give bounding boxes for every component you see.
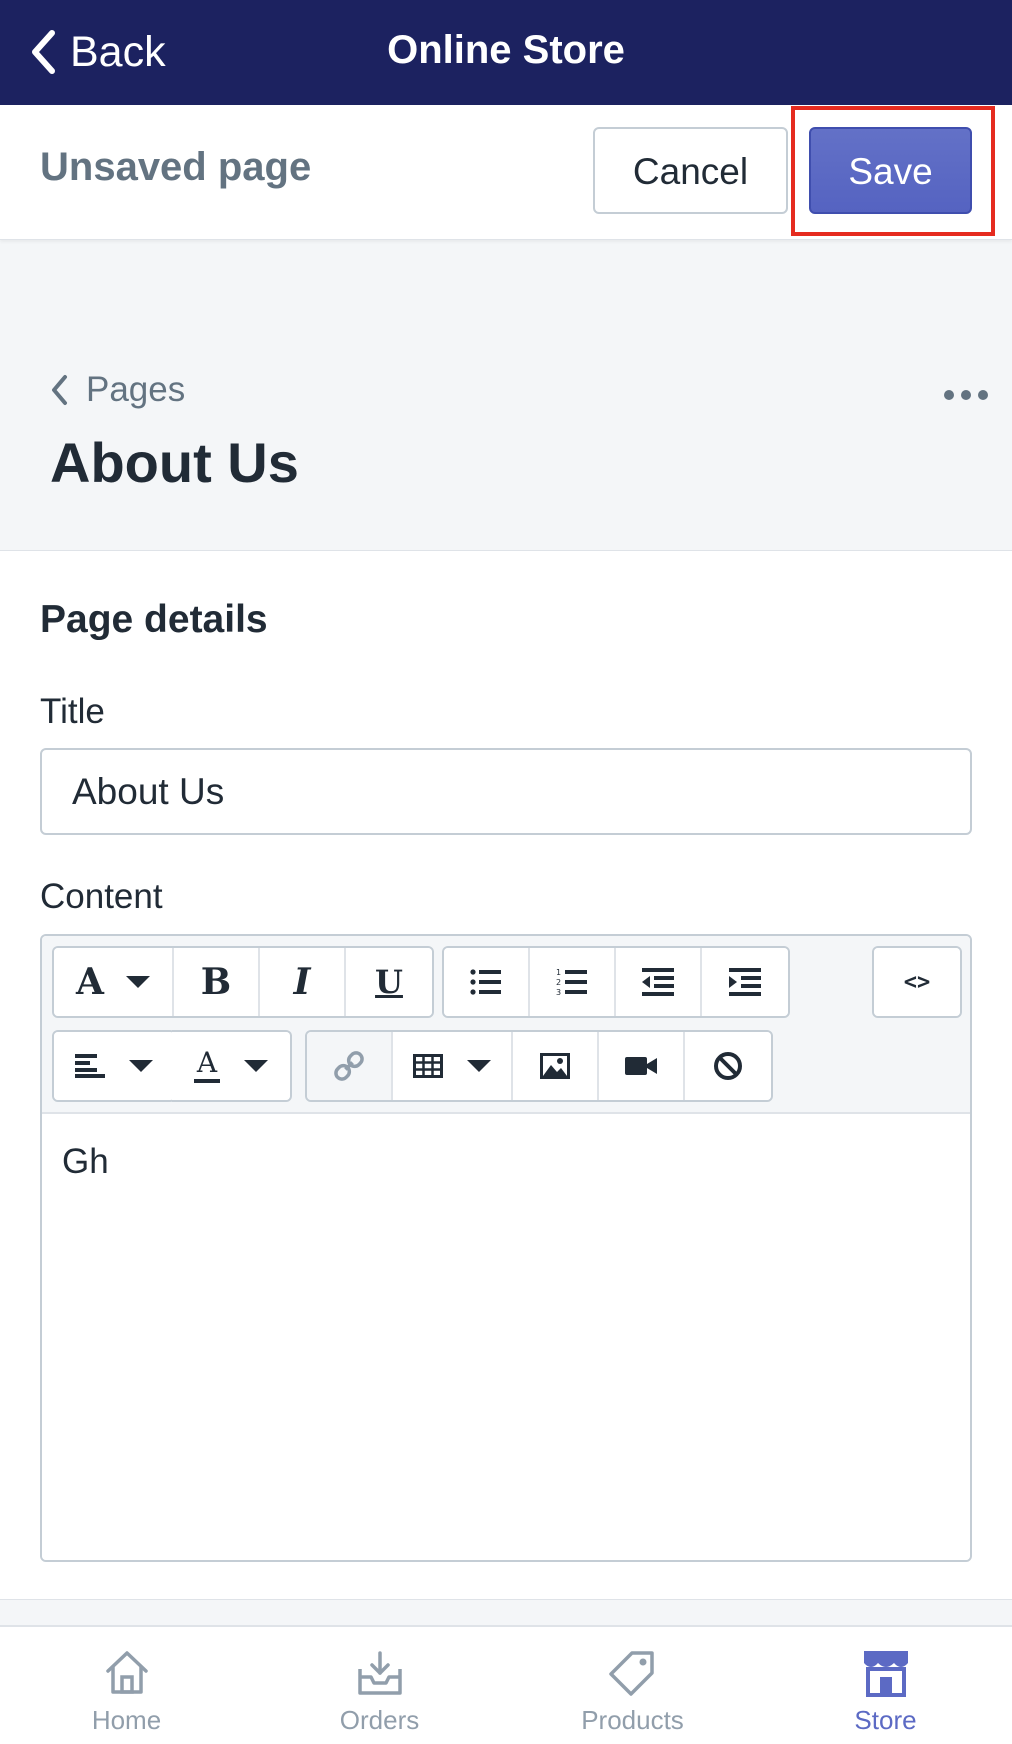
align-group	[52, 1030, 176, 1102]
breadcrumb-label: Pages	[86, 370, 186, 409]
dot-icon	[961, 390, 971, 400]
code-view-button[interactable]: <>	[874, 948, 960, 1016]
bold-button[interactable]: B	[174, 948, 260, 1016]
indent-button[interactable]	[702, 948, 788, 1016]
link-icon	[334, 1051, 364, 1081]
insert-video-button[interactable]	[599, 1032, 685, 1100]
content-editor-area[interactable]: Gh	[42, 1114, 970, 1560]
navigation-bar: Back Online Store	[0, 0, 1012, 105]
align-left-icon	[75, 1054, 105, 1078]
tab-store[interactable]: Store	[759, 1627, 1012, 1744]
page-details-card: Page details Title Content A B I U	[0, 550, 1012, 1600]
code-icon: <>	[903, 969, 931, 995]
font-icon: A	[76, 961, 104, 1003]
content-label: Content	[40, 877, 163, 916]
bulleted-list-icon	[470, 969, 501, 995]
outdent-button[interactable]	[616, 948, 702, 1016]
italic-button[interactable]: I	[260, 948, 346, 1016]
home-icon	[105, 1651, 148, 1694]
breadcrumb-pages[interactable]: Pages	[50, 365, 185, 415]
svg-text:1: 1	[556, 968, 561, 977]
more-actions-button[interactable]	[944, 380, 988, 410]
dot-icon	[944, 390, 954, 400]
title-input[interactable]	[40, 748, 972, 835]
caret-down-icon	[244, 1060, 268, 1072]
outdent-icon	[642, 968, 674, 996]
chevron-left-icon	[52, 375, 67, 405]
tab-label: Store	[854, 1705, 917, 1735]
tab-home[interactable]: Home	[0, 1627, 253, 1744]
numbered-list-button[interactable]: 1 2 3	[530, 948, 616, 1016]
code-group: <>	[872, 946, 962, 1018]
products-icon	[608, 1651, 654, 1696]
caret-down-icon	[129, 1060, 153, 1072]
caret-down-icon	[467, 1060, 491, 1072]
rich-text-editor: A B I U 1 2 3 <> A Gh	[40, 934, 972, 1562]
bulleted-list-button[interactable]	[444, 948, 530, 1016]
indent-icon	[729, 968, 761, 996]
italic-icon: I	[293, 961, 311, 1003]
list-indent-group: 1 2 3	[442, 946, 790, 1018]
text-color-group: A	[172, 1030, 292, 1102]
numbered-list-icon: 1 2 3	[556, 968, 587, 996]
underline-icon: U	[375, 963, 403, 1001]
video-icon	[625, 1057, 657, 1075]
tab-orders[interactable]: Orders	[253, 1627, 506, 1744]
image-icon	[540, 1053, 570, 1079]
section-heading: Page details	[40, 598, 268, 641]
clear-formatting-icon	[714, 1052, 742, 1080]
back-button[interactable]: Back	[30, 22, 166, 82]
save-bar: Unsaved page Cancel Save	[0, 105, 1012, 240]
tab-label: Home	[91, 1705, 162, 1735]
orders-icon	[357, 1651, 402, 1695]
align-dropdown[interactable]	[54, 1032, 174, 1100]
save-button[interactable]: Save	[809, 127, 972, 214]
svg-text:3: 3	[556, 988, 561, 996]
tab-label: Products	[581, 1705, 684, 1735]
bold-icon: B	[200, 961, 232, 1003]
insert-image-button[interactable]	[513, 1032, 599, 1100]
svg-text:2: 2	[556, 978, 561, 987]
font-size-dropdown[interactable]: A	[54, 948, 174, 1016]
dot-icon	[978, 390, 988, 400]
back-label: Back	[70, 27, 166, 76]
page-title: About Us	[50, 431, 299, 494]
table-dropdown[interactable]	[393, 1032, 513, 1100]
table-icon	[413, 1054, 443, 1078]
text-color-icon: A	[194, 1049, 220, 1083]
clear-formatting-button[interactable]	[685, 1032, 771, 1100]
unsaved-page-title: Unsaved page	[40, 145, 312, 189]
store-icon	[863, 1651, 908, 1697]
link-button[interactable]	[307, 1032, 393, 1100]
cancel-button[interactable]: Cancel	[593, 127, 788, 214]
caret-down-icon	[125, 976, 150, 988]
insert-group	[305, 1030, 773, 1102]
title-label: Title	[40, 692, 105, 731]
tab-products[interactable]: Products	[506, 1627, 759, 1744]
tab-label: Orders	[339, 1705, 420, 1735]
text-format-group: A B I U	[52, 946, 434, 1018]
underline-button[interactable]: U	[346, 948, 432, 1016]
bottom-tab-bar: Home Orders Products Store	[0, 1625, 1012, 1744]
text-color-dropdown[interactable]: A	[172, 1032, 290, 1100]
chevron-left-icon	[32, 30, 55, 74]
editor-toolbar: A B I U 1 2 3 <> A	[42, 936, 970, 1114]
